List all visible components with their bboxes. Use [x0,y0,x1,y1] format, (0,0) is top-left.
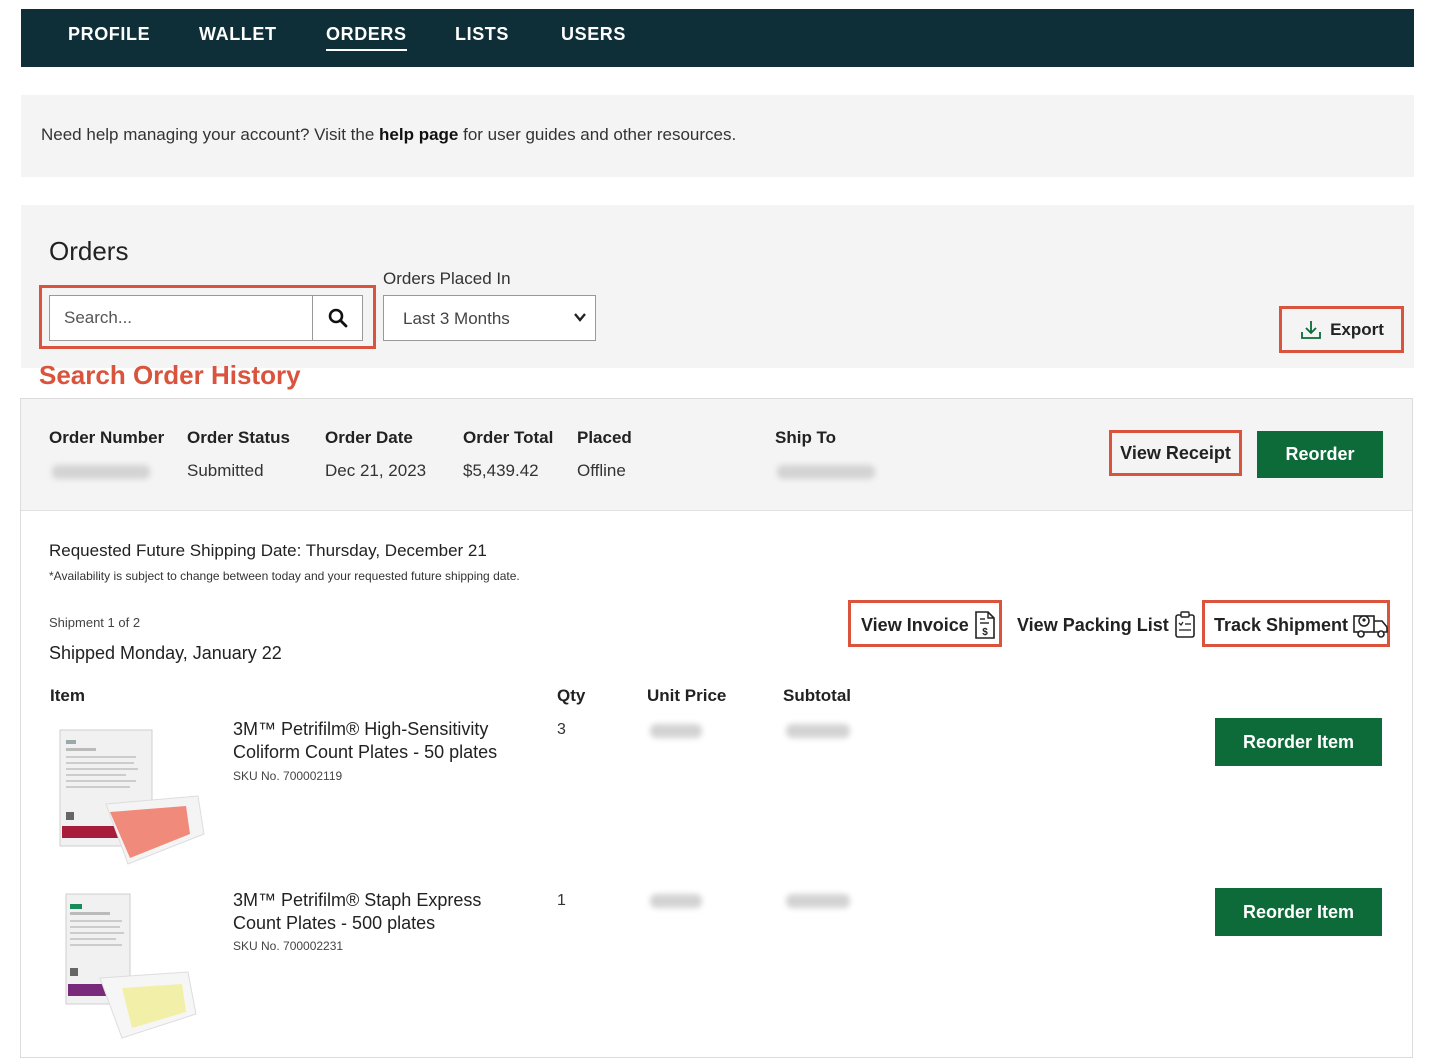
order-status-header: Order Status [187,428,290,447]
product-sku: SKU No. 700002119 [233,769,343,783]
page-title: Orders [49,236,129,266]
shipped-date: Shipped Monday, January 22 [49,643,282,663]
requested-shipping-date: Requested Future Shipping Date: Thursday… [49,541,487,560]
help-page-link[interactable]: help page [379,125,458,144]
product-sku: SKU No. 700002231 [233,939,344,953]
unit-price-blurred [650,724,702,738]
track-shipment-link[interactable]: Track Shipment [1214,604,1390,646]
subtotal-blurred [786,894,850,908]
reorder-item-button[interactable]: Reorder Item [1215,718,1382,766]
help-text: Need help managing your account? Visit t… [41,125,736,145]
truck-icon [1353,615,1388,638]
invoice-icon: $ [974,611,995,639]
order-total-value: $5,439.42 [463,461,539,480]
top-nav: PROFILE WALLET ORDERS LISTS USERS [21,9,1414,67]
order-number-header: Order Number [49,428,165,447]
tab-users[interactable]: USERS [561,24,626,45]
product-qty: 3 [557,721,566,738]
placed-value: Offline [577,461,626,480]
subtotal-blurred [786,724,850,738]
search-order-history-caption: Search Order History [39,360,301,390]
unit-price-blurred [650,894,702,908]
unit-price-column-header: Unit Price [647,686,727,705]
tab-profile[interactable]: PROFILE [68,24,150,45]
order-status-value: Submitted [187,461,264,480]
track-shipment-label: Track Shipment [1214,614,1349,635]
tab-orders[interactable]: ORDERS [326,24,407,51]
help-banner: Need help managing your account? Visit t… [21,95,1414,177]
tab-wallet[interactable]: WALLET [199,24,277,45]
search-input[interactable] [50,296,312,340]
subtotal-column-header: Subtotal [783,686,851,705]
product-image[interactable] [60,890,206,1045]
orders-placed-in-label: Orders Placed In [383,269,511,288]
product-qty: 1 [557,892,566,909]
orders-placed-in-select[interactable]: Last 3 Months [383,295,596,341]
clipboard-icon [1174,611,1195,638]
search-icon [328,308,347,328]
product-image[interactable] [48,722,208,872]
search-button[interactable] [312,296,362,340]
help-suffix: for user guides and other resources. [458,125,737,144]
view-packing-list-label: View Packing List [1017,614,1169,635]
shipment-count: Shipment 1 of 2 [49,615,141,630]
view-packing-list-link[interactable]: View Packing List [1017,604,1197,646]
orders-placed-in-value: Last 3 Months [403,309,510,328]
ship-to-header: Ship To [775,428,837,447]
view-receipt-button[interactable]: View Receipt [1113,434,1238,473]
order-date-value: Dec 21, 2023 [325,461,427,480]
chevron-down-icon [574,313,586,322]
placed-header: Placed [577,428,632,447]
view-invoice-link[interactable]: View Invoice $ [861,604,997,646]
reorder-button[interactable]: Reorder [1257,431,1383,478]
export-label: Export [1330,320,1384,339]
view-invoice-label: View Invoice [861,614,969,635]
svg-text:$: $ [982,627,988,638]
order-total-header: Order Total [463,428,554,447]
export-button[interactable]: Export [1288,312,1396,348]
tab-lists[interactable]: LISTS [455,24,509,45]
order-number-value-blurred [52,465,150,479]
reorder-item-button[interactable]: Reorder Item [1215,888,1382,936]
ship-to-value-blurred [777,465,875,479]
qty-column-header: Qty [557,686,586,705]
availability-note: *Availability is subject to change betwe… [49,569,520,583]
download-icon [1301,321,1321,339]
product-name-link[interactable]: 3M™ Petrifilm® Staph Express Count Plate… [233,889,533,935]
search-box [49,295,363,341]
item-column-header: Item [50,686,85,705]
order-date-header: Order Date [325,428,413,447]
product-name-link[interactable]: 3M™ Petrifilm® High-Sensitivity Coliform… [233,718,533,764]
help-prefix: Need help managing your account? Visit t… [41,125,380,144]
